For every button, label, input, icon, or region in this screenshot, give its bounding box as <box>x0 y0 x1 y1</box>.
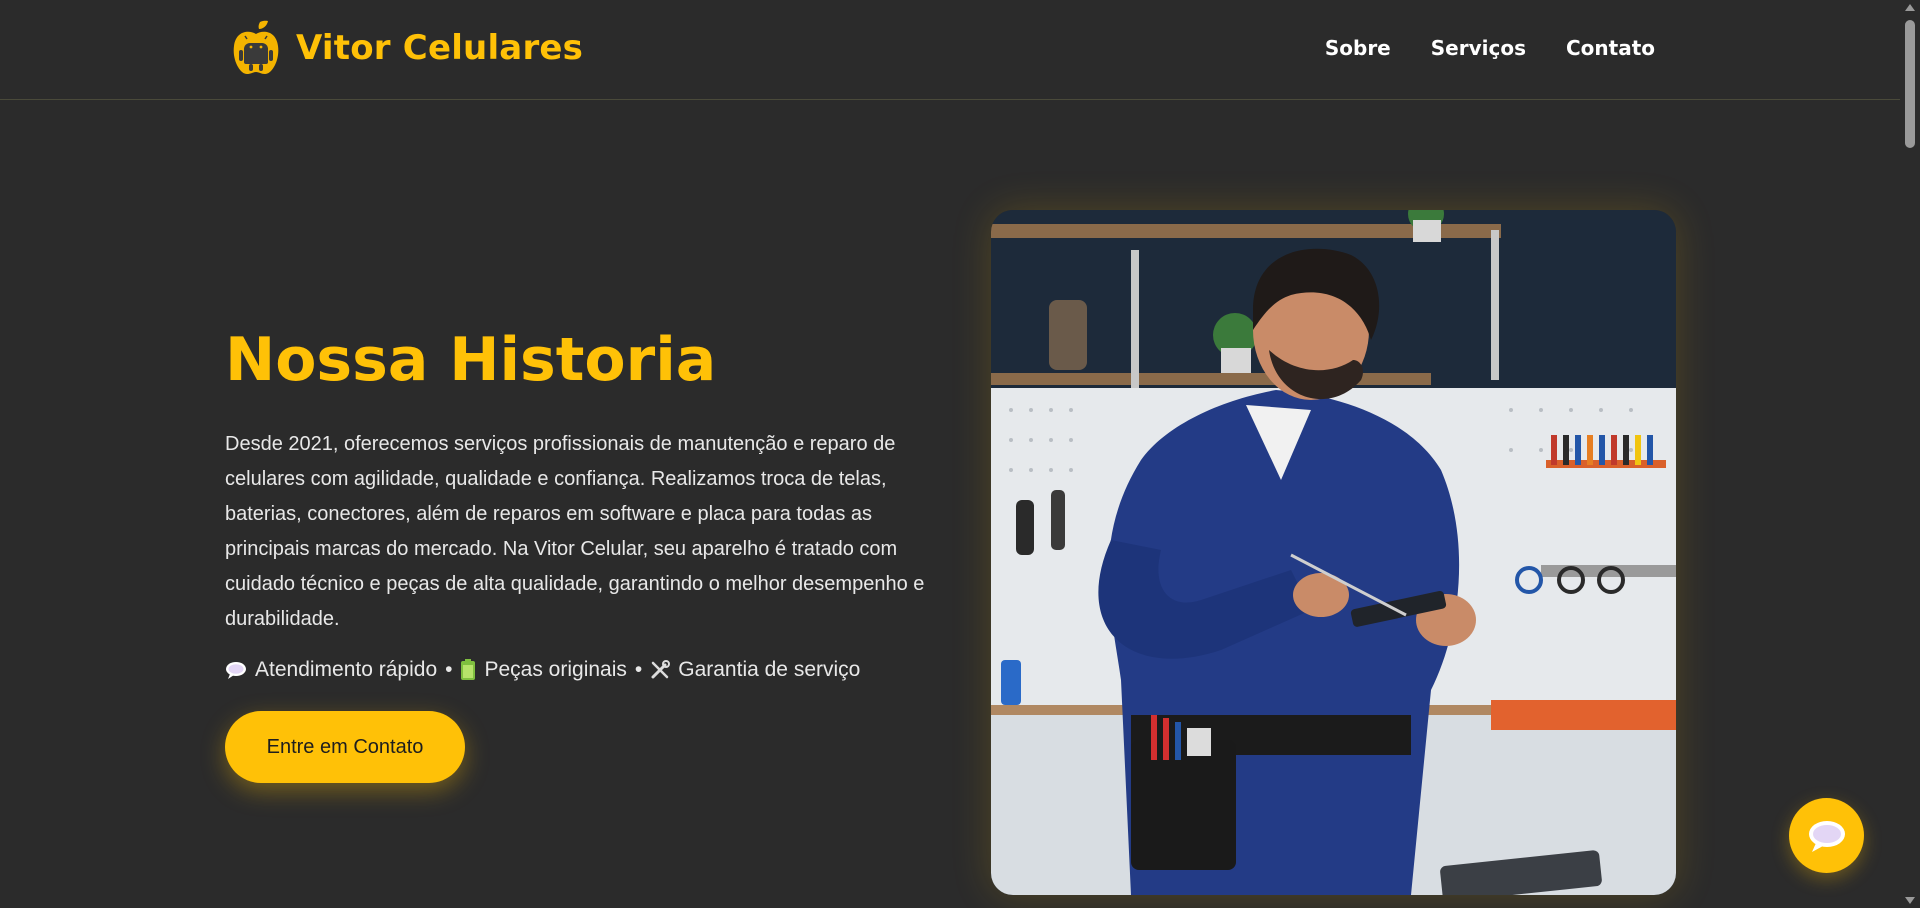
hero-title: Nossa Historia <box>225 325 717 395</box>
brand[interactable]: Vitor Celulares <box>230 18 583 78</box>
hero-description: Desde 2021, oferecemos serviços profissi… <box>225 433 925 630</box>
nav-link-sobre[interactable]: Sobre <box>1325 36 1391 60</box>
technician-repairing-phone-image <box>991 210 1676 895</box>
nav-link-servicos[interactable]: Serviços <box>1431 36 1526 60</box>
apple-android-logo-icon <box>233 20 279 74</box>
feature-separator: • <box>445 658 453 681</box>
scroll-up-icon[interactable] <box>1905 4 1915 11</box>
feature-item: Atendimento rápido <box>225 658 437 682</box>
scrollbar[interactable] <box>1900 0 1920 908</box>
scroll-down-icon[interactable] <box>1905 897 1915 904</box>
feature-label: Garantia de serviço <box>678 658 861 681</box>
feature-label: Peças originais <box>484 658 627 681</box>
page: Vitor Celulares Sobre Serviços Contato N… <box>0 0 1920 908</box>
main-nav: Sobre Serviços Contato <box>1325 36 1655 60</box>
tools-icon <box>651 660 671 679</box>
scroll-thumb[interactable] <box>1905 20 1915 148</box>
chat-button[interactable] <box>1789 798 1864 873</box>
feature-item: Garantia de serviço <box>650 658 860 682</box>
contact-cta-button[interactable]: Entre em Contato <box>225 711 465 783</box>
brand-name: Vitor Celulares <box>296 28 584 68</box>
chat-bubble-icon <box>1808 820 1845 852</box>
feature-list: Atendimento rápido • Peças originais • G… <box>225 658 860 682</box>
feature-label: Atendimento rápido <box>255 658 438 681</box>
feature-separator: • <box>634 658 643 681</box>
speech-bubble-icon <box>226 662 246 679</box>
battery-icon <box>461 659 476 680</box>
nav-link-contato[interactable]: Contato <box>1566 36 1655 60</box>
site-header: Vitor Celulares Sobre Serviços Contato <box>0 0 1900 100</box>
feature-item: Peças originais <box>460 658 627 682</box>
